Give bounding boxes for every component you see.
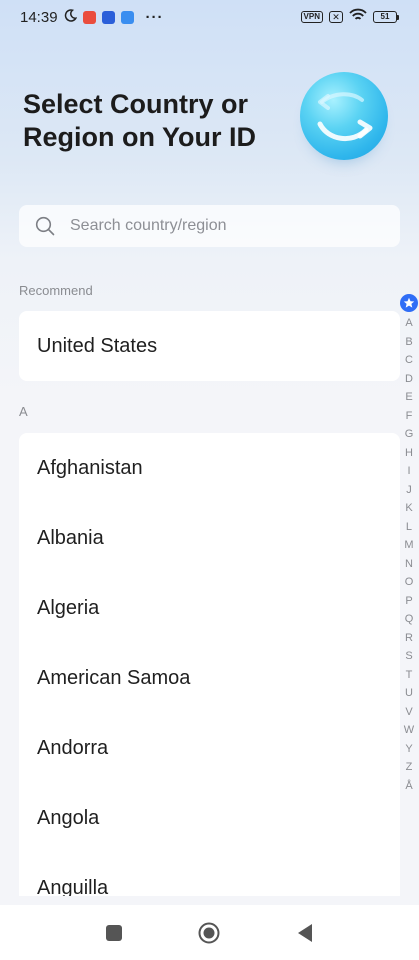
alpha-index-letter[interactable]: Z <box>404 758 414 777</box>
country-item[interactable]: Albania <box>19 503 400 573</box>
recent-apps-button[interactable] <box>103 922 125 944</box>
alpha-index-letter[interactable]: B <box>404 333 414 352</box>
alpha-index-letter[interactable]: J <box>404 481 414 500</box>
country-item[interactable]: Andorra <box>19 713 400 783</box>
app-icon-blue <box>120 10 134 24</box>
section-label-a: A <box>19 404 28 419</box>
country-item[interactable]: Algeria <box>19 573 400 643</box>
status-dots: ··· <box>145 8 164 26</box>
alpha-index-letter[interactable]: Å <box>404 777 414 796</box>
home-button[interactable] <box>198 922 220 944</box>
country-item[interactable]: Afghanistan <box>19 433 400 503</box>
search-box[interactable] <box>19 205 400 247</box>
alpha-index-letter[interactable]: T <box>404 666 414 685</box>
star-icon[interactable] <box>400 294 418 312</box>
moon-icon <box>64 8 77 26</box>
country-item[interactable]: American Samoa <box>19 643 400 713</box>
country-item[interactable]: Anguilla <box>19 853 400 897</box>
back-button[interactable] <box>294 922 316 944</box>
status-left: 14:39 ··· <box>20 9 164 26</box>
app-icon-store <box>101 10 115 24</box>
alpha-index-letter[interactable]: I <box>404 462 414 481</box>
status-time: 14:39 <box>20 8 58 26</box>
alpha-index-letter[interactable]: Y <box>404 740 414 759</box>
search-input[interactable] <box>70 217 370 235</box>
wifi-icon <box>349 8 367 26</box>
alpha-index-letter[interactable]: U <box>404 684 414 703</box>
recommend-card: United States <box>19 311 400 381</box>
alpha-index-letter[interactable]: N <box>404 555 414 574</box>
app-icon-red <box>82 10 96 24</box>
navigation-bar <box>0 905 419 960</box>
battery-tip <box>397 14 399 20</box>
alpha-index-letter[interactable]: E <box>404 388 414 407</box>
alpha-index-letter[interactable]: S <box>404 647 414 666</box>
alpha-index-letter[interactable]: H <box>404 444 414 463</box>
country-item-united-states[interactable]: United States <box>19 311 400 381</box>
battery-icon: 51 <box>373 11 399 23</box>
battery-level: 51 <box>373 11 397 23</box>
no-sim-icon: ✕ <box>329 11 343 23</box>
alpha-index-letter[interactable]: D <box>404 370 414 389</box>
page-title: Select Country or Region on Your ID <box>23 89 256 152</box>
status-bar: 14:39 ··· VPN ✕ 51 <box>0 0 419 34</box>
status-right: VPN ✕ 51 <box>300 8 399 26</box>
alphabet-letters[interactable]: ABCDEFGHIJKLMNOPQRSTUVWYZÅ <box>404 314 414 795</box>
alpha-index-letter[interactable]: Q <box>404 610 414 629</box>
alpha-index-letter[interactable]: W <box>404 721 414 740</box>
alpha-index-letter[interactable]: K <box>404 499 414 518</box>
alpha-index-letter[interactable]: P <box>404 592 414 611</box>
alpha-index-letter[interactable]: V <box>404 703 414 722</box>
alpha-index-letter[interactable]: M <box>404 536 414 555</box>
alpha-index-letter[interactable]: L <box>404 518 414 537</box>
alpha-index-letter[interactable]: F <box>404 407 414 426</box>
globe-icon <box>300 72 388 160</box>
alpha-index-letter[interactable]: A <box>404 314 414 333</box>
section-label-recommend: Recommend <box>19 283 93 298</box>
vpn-icon: VPN <box>300 11 323 23</box>
search-icon <box>35 216 55 236</box>
country-item[interactable]: Angola <box>19 783 400 853</box>
country-list-card: Afghanistan Albania Algeria American Sam… <box>19 433 400 896</box>
alphabet-index[interactable]: ABCDEFGHIJKLMNOPQRSTUVWYZÅ <box>399 294 419 795</box>
alpha-index-letter[interactable]: C <box>404 351 414 370</box>
alpha-index-letter[interactable]: O <box>404 573 414 592</box>
alpha-index-letter[interactable]: G <box>404 425 414 444</box>
alpha-index-letter[interactable]: R <box>404 629 414 648</box>
